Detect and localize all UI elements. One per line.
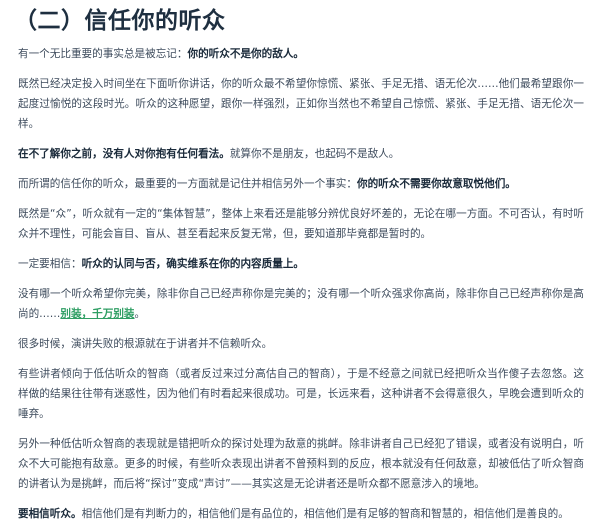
paragraph-9: 有些讲者倾向于低估听众的智商（或者反过来过分高估自己的智商），于是不经意之间就已… bbox=[18, 364, 584, 424]
paragraph-3-bold: 在不了解你之前，没有人对你抱有任何看法。 bbox=[18, 148, 230, 160]
paragraph-2: 既然已经决定投入时间坐在下面听你讲话，你的听众最不希望你惊慌、紧张、手足无措、语… bbox=[18, 74, 584, 134]
paragraph-5: 既然是“众”，听众就有一定的“集体智慧”，整体上来看还是能够分辨优良好坏差的，无… bbox=[18, 204, 584, 244]
paragraph-11-bold: 要相信听众。 bbox=[18, 508, 82, 520]
paragraph-6: 一定要相信：听众的认同与否，确实维系在你的内容质量上。 bbox=[18, 254, 584, 274]
paragraph-6-bold: 听众的认同与否，确实维系在你的内容质量上。 bbox=[81, 258, 305, 270]
paragraph-1-bold: 你的听众不是你的敌人。 bbox=[187, 48, 305, 60]
paragraph-4-bold: 你的听众不需要你故意取悦他们。 bbox=[357, 178, 516, 190]
paragraph-10-text: 另外一种低估听众智商的表现就是错把听众的探讨处理为敌意的挑衅。除非讲者自己已经犯… bbox=[18, 438, 584, 490]
paragraph-6-text: 一定要相信： bbox=[18, 258, 82, 270]
paragraph-9-text: 有些讲者倾向于低估听众的智商（或者反过来过分高估自己的智商），于是不经意之间就已… bbox=[18, 368, 584, 420]
paragraph-3-text: 就算你不是朋友，也起码不是敌人。 bbox=[229, 148, 400, 160]
paragraph-5-text: 既然是“众”，听众就有一定的“集体智慧”，整体上来看还是能够分辨优良好坏差的，无… bbox=[18, 208, 584, 240]
article-body: 有一个无比重要的事实总是被忘记：你的听众不是你的敌人。 既然已经决定投入时间坐在… bbox=[18, 44, 584, 523]
paragraph-11-text: 相信他们是有判断力的，相信他们是有品位的，相信他们是有足够的智商和智慧的，相信他… bbox=[81, 508, 569, 520]
paragraph-3: 在不了解你之前，没有人对你抱有任何看法。就算你不是朋友，也起码不是敌人。 bbox=[18, 144, 584, 164]
paragraph-4-text: 而所谓的信任你的听众，最重要的一方面就是记住并相信另外一个事实： bbox=[18, 178, 357, 190]
paragraph-1: 有一个无比重要的事实总是被忘记：你的听众不是你的敌人。 bbox=[18, 44, 584, 64]
paragraph-11: 要相信听众。相信他们是有判断力的，相信他们是有品位的，相信他们是有足够的智商和智… bbox=[18, 504, 584, 523]
paragraph-10: 另外一种低估听众智商的表现就是错把听众的探讨处理为敌意的挑衅。除非讲者自己已经犯… bbox=[18, 434, 584, 494]
dont-pretend-link[interactable]: 别装，千万别装 bbox=[60, 308, 134, 320]
paragraph-4: 而所谓的信任你的听众，最重要的一方面就是记住并相信另外一个事实：你的听众不需要你… bbox=[18, 174, 584, 194]
article-page: （二）信任你的听众 有一个无比重要的事实总是被忘记：你的听众不是你的敌人。 既然… bbox=[0, 0, 600, 523]
section-heading: （二）信任你的听众 bbox=[14, 8, 226, 34]
paragraph-7: 没有哪一个听众希望你完美，除非你自己已经声称你是完美的；没有哪一个听众强求你高尚… bbox=[18, 284, 584, 324]
paragraph-8-text: 很多时候，演讲失败的根源就在于讲者并不信赖听众。 bbox=[18, 338, 273, 350]
paragraph-1-text: 有一个无比重要的事实总是被忘记： bbox=[18, 48, 188, 60]
paragraph-7-end: 。 bbox=[134, 308, 146, 320]
paragraph-2-text: 既然已经决定投入时间坐在下面听你讲话，你的听众最不希望你惊慌、紧张、手足无措、语… bbox=[18, 78, 584, 130]
paragraph-8: 很多时候，演讲失败的根源就在于讲者并不信赖听众。 bbox=[18, 334, 584, 354]
